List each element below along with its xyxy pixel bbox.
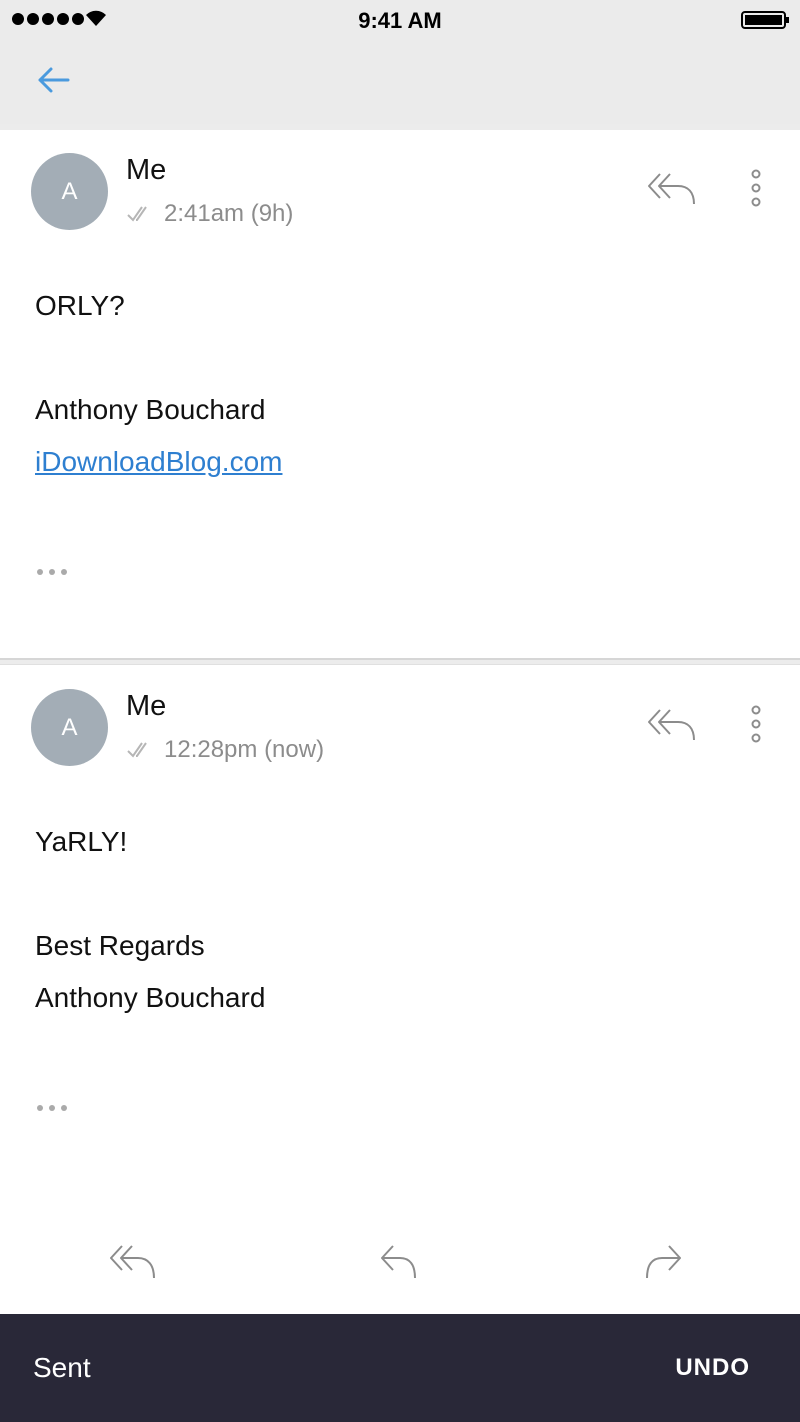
signature-name: Anthony Bouchard (35, 982, 266, 1013)
double-check-icon (127, 742, 147, 758)
back-arrow-icon[interactable] (30, 60, 80, 100)
undo-button[interactable]: UNDO (675, 1354, 750, 1382)
separator (0, 658, 800, 665)
double-check-icon (127, 206, 147, 222)
forward-icon[interactable] (644, 1240, 684, 1280)
signature-name: Anthony Bouchard (35, 394, 266, 425)
avatar: A (31, 153, 108, 230)
show-quoted-icon[interactable] (35, 1103, 71, 1113)
reply-all-icon[interactable] (646, 706, 698, 742)
status-time: 9:41 AM (358, 8, 442, 33)
more-vertical-icon[interactable] (748, 168, 764, 208)
message-card: A Me 2:41am (9h) ORLY? Anthony Bouchard … (0, 130, 800, 658)
message-body-line: ORLY? (35, 290, 125, 321)
top-bar: 9:41 AM (0, 0, 800, 126)
message-meta: 12:28pm (now) (126, 736, 324, 764)
message-meta: 2:41am (9h) (126, 200, 293, 228)
battery-icon (741, 11, 789, 29)
action-bar (0, 1220, 800, 1300)
sender-name: Me (126, 690, 167, 722)
message-body-line: YaRLY! (35, 826, 128, 857)
message-time: 12:28pm (now) (164, 736, 325, 763)
avatar: A (31, 689, 108, 766)
status-bar: 9:41 AM (0, 0, 800, 40)
message-card: A Me 12:28pm (now) YaRLY! Best Regards A… (0, 666, 800, 1206)
message-time: 2:41am (9h) (164, 200, 294, 227)
snackbar: Sent UNDO (0, 1314, 800, 1422)
snackbar-message: Sent (33, 1352, 91, 1383)
sender-name: Me (126, 154, 167, 186)
reply-icon[interactable] (378, 1240, 418, 1280)
reply-all-icon[interactable] (108, 1240, 158, 1280)
show-quoted-icon[interactable] (35, 567, 71, 577)
signature-link[interactable]: iDownloadBlog.com (35, 446, 282, 478)
more-vertical-icon[interactable] (748, 704, 764, 744)
signature-greeting: Best Regards (35, 930, 205, 961)
reply-all-icon[interactable] (646, 170, 698, 206)
